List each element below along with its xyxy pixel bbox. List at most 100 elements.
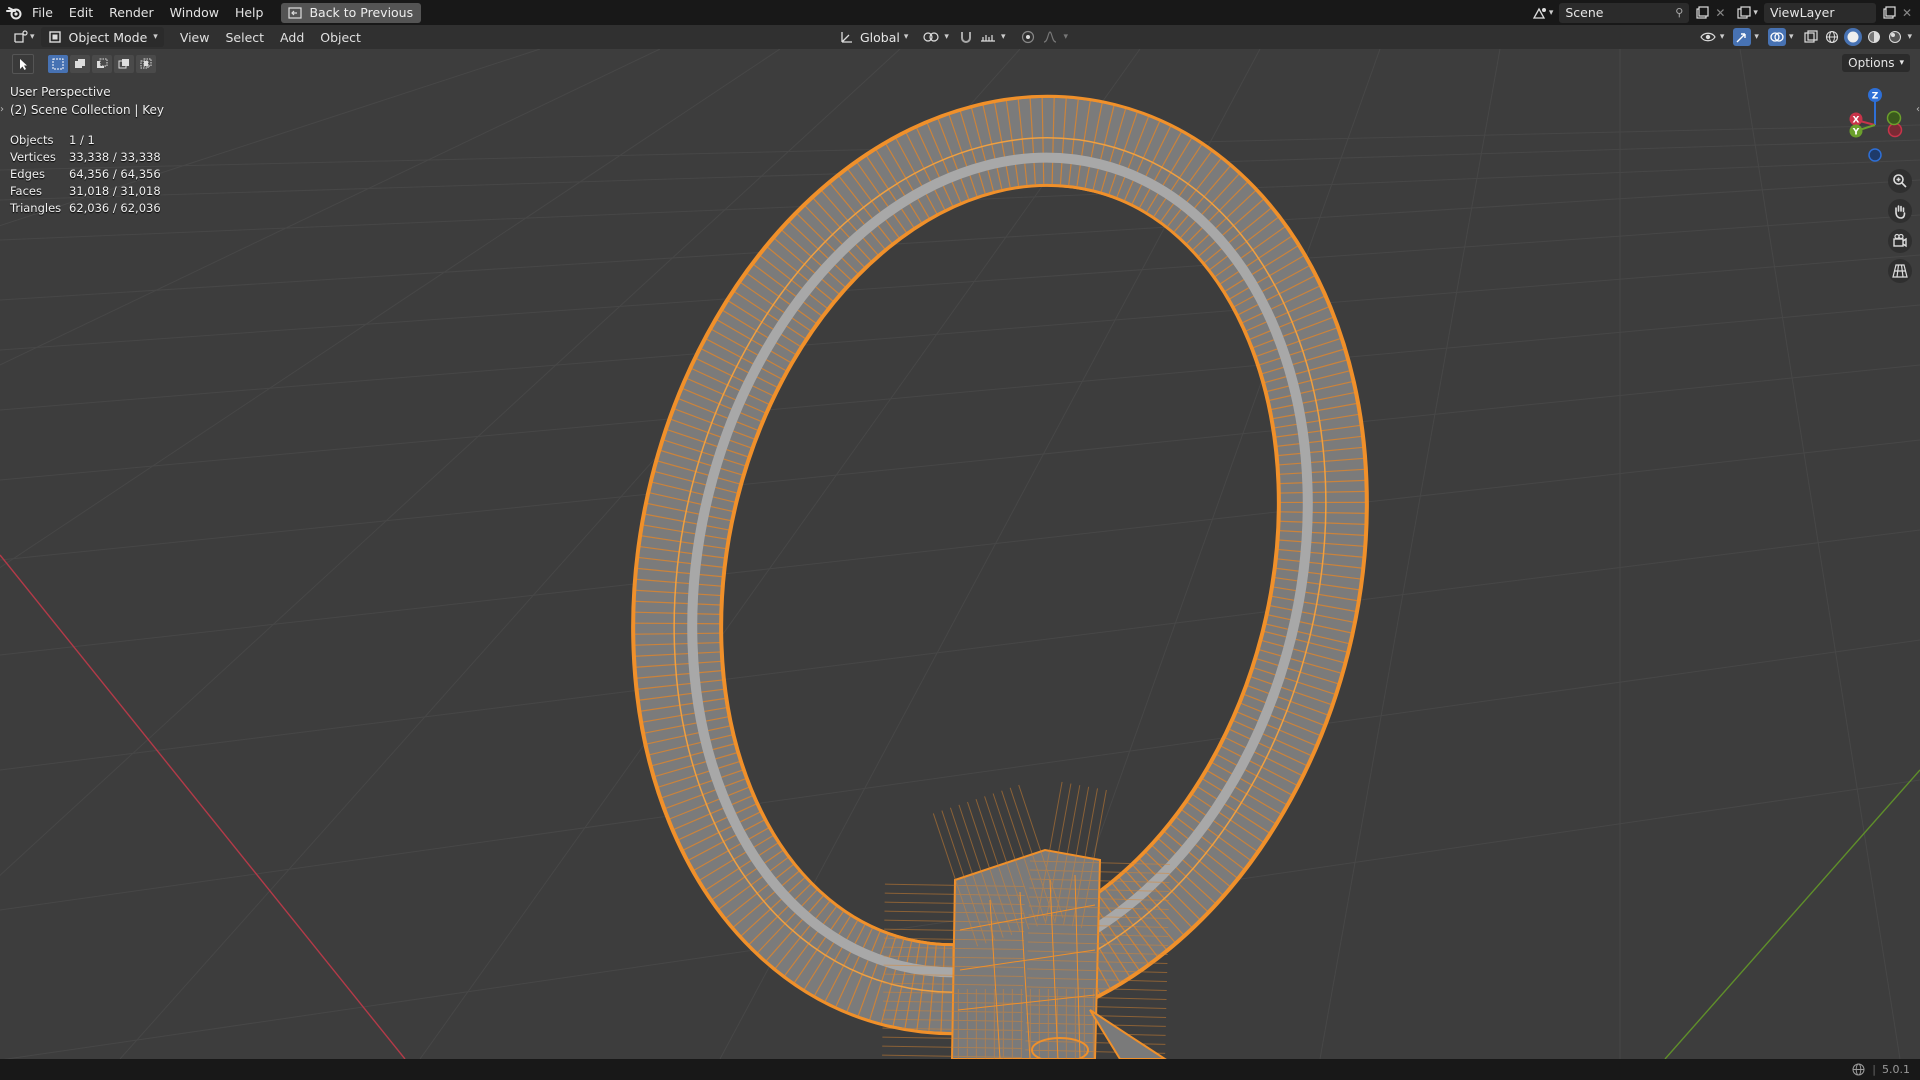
stat-label: Triangles bbox=[10, 200, 62, 215]
view-layer-field[interactable]: ViewLayer bbox=[1763, 2, 1876, 23]
visibility-icon[interactable] bbox=[1699, 28, 1717, 46]
scene-dropdown-chevron-icon[interactable]: ▾ bbox=[1549, 8, 1554, 18]
editor-type-chevron-icon[interactable]: ▾ bbox=[30, 32, 35, 42]
object-mode-icon bbox=[47, 29, 63, 45]
xray-toggle-icon[interactable] bbox=[1802, 28, 1820, 46]
transform-controls: Global ▾ ▾ ▾ ▾ bbox=[838, 27, 1068, 47]
stat-row: Faces 31,018 / 31,018 bbox=[10, 182, 161, 199]
select-new-icon[interactable] bbox=[48, 55, 68, 73]
select-subtract-icon[interactable] bbox=[92, 55, 112, 73]
viewport-header: ▾ Object Mode ▾ View Select Add Object G… bbox=[0, 25, 1920, 49]
select-extend-icon[interactable] bbox=[70, 55, 90, 73]
select-intersect-icon[interactable] bbox=[136, 55, 156, 73]
menu-object[interactable]: Object bbox=[312, 30, 369, 45]
stat-label: Vertices bbox=[10, 149, 56, 164]
orientation-chevron-icon[interactable]: ▾ bbox=[904, 32, 909, 42]
select-tool-icon[interactable] bbox=[12, 54, 34, 74]
editor-type-icon[interactable] bbox=[12, 28, 30, 46]
falloff-icon[interactable] bbox=[1041, 28, 1059, 46]
menu-view[interactable]: View bbox=[172, 30, 218, 45]
view-layer-dropdown-chevron-icon[interactable]: ▾ bbox=[1753, 8, 1758, 18]
menu-file[interactable]: File bbox=[24, 0, 61, 25]
menu-edit[interactable]: Edit bbox=[61, 0, 101, 25]
network-globe-icon[interactable] bbox=[1850, 1062, 1866, 1078]
snap-icon[interactable] bbox=[957, 28, 975, 46]
toolbar-toggle-chevron-icon[interactable]: › bbox=[0, 104, 4, 115]
mode-chevron-icon: ▾ bbox=[153, 32, 158, 42]
menu-add[interactable]: Add bbox=[272, 30, 312, 45]
object-mode-dropdown[interactable]: Object Mode ▾ bbox=[40, 27, 164, 47]
pin-icon[interactable]: ⚲ bbox=[1675, 6, 1683, 19]
stat-value: 64,356 / 64,356 bbox=[69, 166, 161, 181]
viewport-display-controls: ▾ ▾ ▾ ▾ bbox=[1699, 27, 1912, 47]
blender-logo-icon[interactable] bbox=[4, 0, 24, 25]
back-to-previous-label: Back to Previous bbox=[309, 5, 414, 20]
back-to-previous-button[interactable]: Back to Previous bbox=[281, 2, 422, 23]
menu-window[interactable]: Window bbox=[162, 0, 227, 25]
snap-target-icon[interactable] bbox=[979, 28, 997, 46]
overlays-toggle-icon[interactable] bbox=[1767, 28, 1786, 46]
y-axis-line bbox=[1664, 769, 1920, 1059]
stat-value: 1 / 1 bbox=[69, 132, 95, 147]
scene-name-field[interactable]: Scene ⚲ bbox=[1559, 2, 1690, 23]
gizmo-x-label: X bbox=[1853, 116, 1860, 126]
toggle-projection-grid-icon[interactable] bbox=[1888, 259, 1912, 283]
gizmo-toggle-icon[interactable] bbox=[1733, 28, 1752, 46]
gizmo-z-label: Z bbox=[1872, 92, 1879, 102]
stat-label: Edges bbox=[10, 166, 45, 181]
top-right-fields: ▾ Scene ⚲ ✕ ▾ ViewLayer ✕ bbox=[1531, 0, 1920, 25]
solid-shading-icon[interactable] bbox=[1844, 28, 1863, 46]
key-ring-object[interactable] bbox=[538, 49, 1462, 1059]
falloff-chevron-icon[interactable]: ▾ bbox=[1063, 32, 1068, 42]
delete-view-layer-icon[interactable]: ✕ bbox=[1902, 6, 1912, 20]
gizmo-chevron-icon[interactable]: ▾ bbox=[1754, 32, 1759, 42]
overlays-chevron-icon[interactable]: ▾ bbox=[1789, 32, 1794, 42]
object-mode-label: Object Mode bbox=[68, 29, 148, 45]
pivot-chevron-icon[interactable]: ▾ bbox=[944, 32, 949, 42]
stat-row: Vertices 33,338 / 33,338 bbox=[10, 148, 161, 165]
3d-viewport[interactable]: User Perspective (2) Scene Collection | … bbox=[0, 49, 1920, 1059]
gizmo-y-label: Y bbox=[1852, 128, 1860, 138]
tool-settings-row bbox=[12, 54, 156, 74]
pivot-point-icon[interactable] bbox=[922, 28, 940, 46]
scene-icon[interactable] bbox=[1531, 4, 1549, 22]
material-preview-icon[interactable] bbox=[1865, 28, 1883, 46]
view-layer-icon[interactable] bbox=[1735, 4, 1753, 22]
status-bar: | 5.0.1 bbox=[0, 1059, 1920, 1080]
stat-row: Edges 64,356 / 64,356 bbox=[10, 165, 161, 182]
stat-label: Faces bbox=[10, 183, 42, 198]
menu-help[interactable]: Help bbox=[227, 0, 272, 25]
stat-row: Triangles 62,036 / 62,036 bbox=[10, 199, 161, 216]
select-invert-icon[interactable] bbox=[114, 55, 134, 73]
view-layer-name: ViewLayer bbox=[1769, 5, 1835, 20]
menu-render[interactable]: Render bbox=[101, 0, 162, 25]
delete-scene-icon[interactable]: ✕ bbox=[1715, 6, 1725, 20]
snap-chevron-icon[interactable]: ▾ bbox=[1001, 32, 1006, 42]
stat-value: 31,018 / 31,018 bbox=[69, 183, 161, 198]
options-label: Options bbox=[1848, 56, 1895, 70]
options-dropdown[interactable]: Options ▾ bbox=[1842, 54, 1910, 72]
wireframe-shading-icon[interactable] bbox=[1823, 28, 1841, 46]
active-collection-label: (2) Scene Collection | Key bbox=[10, 103, 164, 117]
stat-row: Objects 1 / 1 bbox=[10, 131, 161, 148]
navigation-gizmo[interactable]: Z X Y bbox=[1840, 85, 1910, 165]
view-perspective-label: User Perspective bbox=[10, 85, 111, 99]
transform-orientation-icon[interactable] bbox=[838, 28, 856, 46]
transform-orientation-label[interactable]: Global bbox=[860, 30, 900, 45]
new-view-layer-icon[interactable] bbox=[1880, 4, 1898, 22]
visibility-chevron-icon[interactable]: ▾ bbox=[1720, 32, 1725, 42]
rendered-shading-icon[interactable] bbox=[1886, 28, 1904, 46]
new-scene-icon[interactable] bbox=[1693, 4, 1711, 22]
screen-back-icon bbox=[287, 5, 303, 21]
stat-label: Objects bbox=[10, 132, 54, 147]
camera-view-icon[interactable] bbox=[1888, 229, 1912, 253]
menu-select[interactable]: Select bbox=[217, 30, 272, 45]
pan-hand-icon[interactable] bbox=[1888, 199, 1912, 223]
shading-chevron-icon[interactable]: ▾ bbox=[1907, 32, 1912, 42]
viewport-scene bbox=[0, 49, 1920, 1059]
sidebar-toggle-chevron-icon[interactable]: ‹ bbox=[1916, 104, 1920, 115]
status-separator: | bbox=[1872, 1063, 1876, 1076]
proportional-editing-icon[interactable] bbox=[1019, 28, 1037, 46]
blender-version: 5.0.1 bbox=[1882, 1063, 1910, 1076]
zoom-icon[interactable] bbox=[1888, 169, 1912, 193]
